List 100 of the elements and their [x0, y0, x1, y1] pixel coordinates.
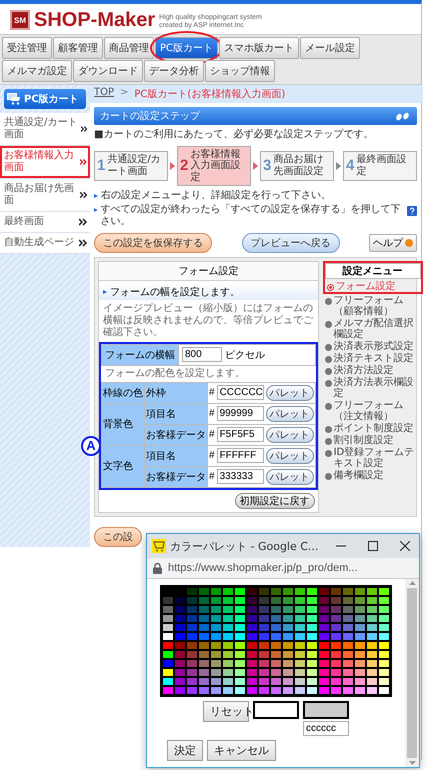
dot-icon — [324, 298, 332, 304]
hash-sign: # — [209, 450, 215, 461]
step-arrow-icon — [170, 162, 175, 170]
reset-defaults-button[interactable]: 初期設定に戻す — [234, 492, 315, 508]
hash-sign: # — [209, 471, 215, 482]
preview-button[interactable]: プレビューへ戻る — [242, 232, 340, 252]
palette-button[interactable]: パレット — [266, 448, 314, 464]
step-arrow-icon — [253, 162, 258, 170]
arrow-icon — [80, 125, 87, 133]
save-button[interactable]: この設定を仮保存する — [94, 232, 212, 252]
menu-item[interactable]: 備考欄設定 — [322, 470, 423, 480]
nav-tab[interactable]: スマホ版カート — [219, 37, 300, 59]
nav-tab[interactable]: ショップ情報 — [205, 60, 275, 82]
step-arrow-icon — [336, 162, 341, 170]
save-button[interactable]: この設 — [94, 526, 142, 546]
reset-button[interactable]: リセット — [203, 701, 249, 722]
table-header-cell: お客様データ — [144, 466, 208, 487]
menu-item[interactable]: フリーフォーム（顧客情報） — [322, 294, 423, 316]
color-palette-drawing[interactable] — [160, 585, 392, 697]
nav-tab[interactable]: 顧客管理 — [53, 37, 103, 59]
hash-sign: # — [209, 408, 215, 419]
dot-icon — [326, 284, 334, 290]
ok-button[interactable]: 決定 — [167, 740, 203, 761]
address-text: https://www.shopmaker.jp/p_pro/dem... — [168, 562, 358, 574]
menu-item[interactable]: 決済方法表示欄設定 — [322, 376, 423, 398]
arrow-icon — [79, 239, 87, 247]
color-input[interactable]: CCCCCC — [216, 385, 264, 400]
nav-tab[interactable]: PC版カート — [155, 37, 218, 59]
bullet-icon — [94, 208, 98, 212]
sidebar-item[interactable]: 自動生成ページ — [0, 233, 90, 254]
form-lead: フォームの幅を設定します。 — [110, 286, 240, 298]
color-input[interactable]: F5F5F5 — [216, 427, 264, 442]
table-header-cell: お客様データ — [144, 424, 208, 445]
hash-sign: # — [209, 429, 215, 440]
dot-icon — [324, 426, 332, 432]
nav-tab[interactable]: メール設定 — [300, 37, 360, 59]
menu-item[interactable]: メルマガ配信選択欄設定 — [322, 318, 423, 340]
marker-label: A — [81, 436, 101, 456]
logo-mark: SM — [10, 10, 30, 30]
table-header-cell: 枠線の色 — [102, 382, 144, 403]
nav-tab[interactable]: ダウンロード — [73, 60, 143, 82]
help-button[interactable]: ヘルプ — [369, 234, 417, 252]
intro-text: ■カートのご利用にあたって、必ず必要な設定ステップです。 — [94, 129, 374, 142]
dot-icon — [324, 356, 332, 362]
sidebar-item[interactable]: 最終画面 — [0, 212, 90, 233]
color-swatch — [253, 701, 299, 719]
scroll-thumb[interactable] — [407, 588, 417, 758]
width-input[interactable]: 800 — [182, 347, 222, 362]
breadcrumb-current: PC版カート(お客様情報入力画面) — [134, 88, 286, 101]
step-label: お客様情報入力画面設定 — [190, 148, 242, 183]
dot-icon — [324, 402, 332, 410]
color-input[interactable]: FFFFFF — [216, 448, 264, 463]
dot-icon — [324, 344, 332, 350]
unit-label: ピクセル — [225, 348, 265, 362]
nav-tab[interactable]: データ分析 — [144, 60, 204, 82]
help-dot-icon — [405, 238, 413, 246]
menu-item[interactable]: 決済テキスト設定 — [322, 352, 423, 364]
menu-item[interactable]: 決済表示形式設定 — [322, 340, 423, 352]
arrow-icon — [80, 191, 87, 199]
menu-item[interactable]: フォーム設定 — [324, 280, 421, 292]
lock-icon — [153, 562, 162, 574]
sidebar-title[interactable]: PC版カート — [4, 89, 86, 109]
dot-icon — [324, 472, 332, 480]
arrow-icon — [80, 158, 87, 166]
color-lead: フォームの配色を設定します。 — [104, 368, 246, 380]
menu-item[interactable]: 決済方法設定 — [322, 364, 423, 376]
color-input[interactable]: 333333 — [216, 469, 264, 484]
dot-icon — [324, 450, 332, 456]
sidebar-item[interactable]: 共通設定/カート画面 — [0, 113, 90, 146]
breadcrumb-link[interactable]: TOP — [94, 87, 114, 101]
form-title: フォーム設定 — [99, 262, 318, 280]
palette-button[interactable]: パレット — [266, 468, 314, 484]
sidebar-item[interactable]: 商品お届け先画面 — [0, 179, 90, 212]
color-code-input[interactable]: cccccc — [303, 721, 349, 736]
menu-item[interactable]: ID登録フォームテキスト設定 — [322, 446, 423, 468]
nav-tab[interactable]: メルマガ設定 — [2, 60, 72, 82]
sidebar-item[interactable]: お客様情報入力画面 — [0, 146, 90, 179]
palette-button[interactable]: パレット — [266, 426, 314, 442]
table-header-cell: 外枠 — [144, 382, 208, 403]
bullet-icon — [94, 194, 98, 198]
palette-button[interactable]: パレット — [266, 384, 314, 400]
menu-item[interactable]: ポイント制度設定 — [322, 422, 423, 434]
dot-icon — [324, 438, 332, 444]
nav-tab[interactable]: 商品管理 — [104, 37, 154, 59]
window-title: カラーパレット - Google C... — [170, 538, 320, 554]
menu-item[interactable]: フリーフォーム（注文情報） — [322, 400, 423, 422]
palette-button[interactable]: パレット — [266, 406, 314, 422]
menu-item[interactable]: 割引制度設定 — [322, 434, 423, 446]
dot-icon — [324, 380, 332, 386]
nav-tab[interactable]: 受注管理 — [2, 37, 52, 59]
field-label: フォームの横幅 — [102, 344, 179, 364]
footprint-icon — [395, 112, 411, 120]
table-header-cell: 背景色 — [102, 403, 144, 445]
color-input[interactable]: 999999 — [216, 406, 264, 421]
table-header-cell: 項目名 — [144, 403, 208, 424]
brand-name: SHOP-Maker — [34, 10, 156, 30]
arrow-icon — [79, 218, 87, 226]
help-icon[interactable] — [407, 206, 417, 216]
cancel-button[interactable]: キャンセル — [207, 740, 276, 761]
close-icon — [400, 541, 410, 551]
